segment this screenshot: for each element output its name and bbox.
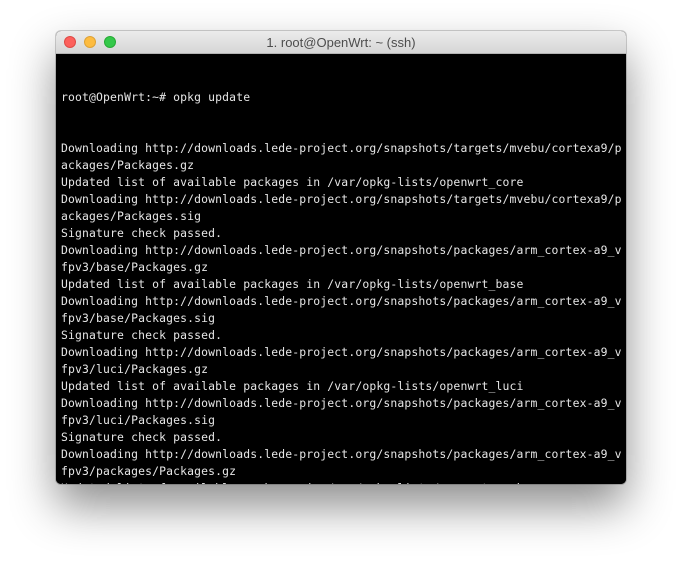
shell-command: opkg update (173, 90, 251, 104)
output-line: Downloading http://downloads.lede-projec… (61, 345, 622, 359)
output-line: Downloading http://downloads.lede-projec… (61, 294, 622, 308)
window-title: 1. root@OpenWrt: ~ (ssh) (266, 35, 416, 50)
output-line: fpv3/luci/Packages.sig (61, 413, 216, 427)
output-line: Downloading http://downloads.lede-projec… (61, 243, 622, 257)
terminal-output[interactable]: root@OpenWrt:~# opkg update Downloading … (56, 54, 626, 484)
output-line: Updated list of available packages in /v… (61, 379, 524, 393)
output-line: fpv3/luci/Packages.gz (61, 362, 209, 376)
output-line: ackages/Packages.gz (61, 158, 195, 172)
output-line: fpv3/base/Packages.sig (61, 311, 216, 325)
title-bar[interactable]: 1. root@OpenWrt: ~ (ssh) (56, 31, 626, 54)
output-line: Signature check passed. (61, 328, 223, 342)
output-line: Downloading http://downloads.lede-projec… (61, 141, 622, 155)
output-line: ackages/Packages.sig (61, 209, 202, 223)
prompt-line: root@OpenWrt:~# opkg update (61, 89, 626, 106)
output-line: Updated list of available packages in /v… (61, 480, 626, 484)
output-line: Updated list of available packages in /v… (61, 175, 524, 189)
output-line: Signature check passed. (61, 430, 223, 444)
output-line: fpv3/base/Packages.gz (61, 260, 209, 274)
output-line: Downloading http://downloads.lede-projec… (61, 396, 622, 410)
output-line: Downloading http://downloads.lede-projec… (61, 192, 622, 206)
shell-prompt: root@OpenWrt:~# (61, 90, 174, 104)
output-line: Downloading http://downloads.lede-projec… (61, 447, 622, 461)
output-line: Signature check passed. (61, 226, 223, 240)
output-line: Updated list of available packages in /v… (61, 277, 524, 291)
output-line: fpv3/packages/Packages.gz (61, 464, 237, 478)
terminal-window: 1. root@OpenWrt: ~ (ssh) root@OpenWrt:~#… (56, 31, 626, 484)
